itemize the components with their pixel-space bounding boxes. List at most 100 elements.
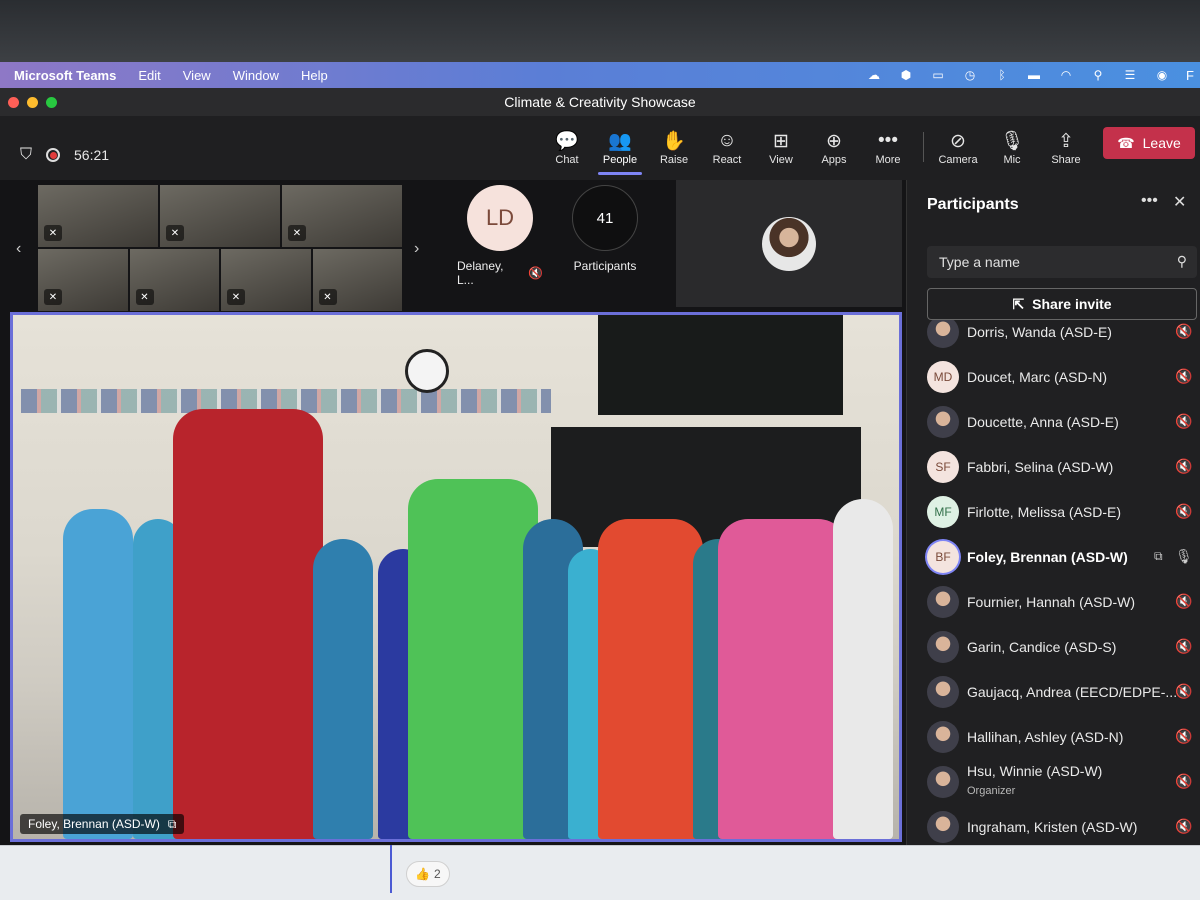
mic-off-icon: 🔇 xyxy=(1175,413,1193,429)
share-invite-button[interactable]: ⇱ Share invite xyxy=(927,288,1197,320)
menu-item-window[interactable]: Window xyxy=(233,68,279,83)
shield-icon[interactable]: ⛉ xyxy=(20,146,32,164)
creative-cloud-icon[interactable]: ☁ xyxy=(866,68,882,82)
list-item[interactable]: Ingraham, Kristen (ASD-W) 🔇 xyxy=(907,804,1200,845)
bluetooth-icon[interactable]: ᛒ xyxy=(994,68,1010,82)
participant-name: Fournier, Hannah (ASD-W) xyxy=(967,593,1136,610)
list-item[interactable]: Hallihan, Ashley (ASD-N) 🔇 xyxy=(907,714,1200,759)
leave-button[interactable]: ☎ Leave xyxy=(1103,127,1195,159)
student-figure xyxy=(63,509,133,839)
tile-name: Delaney, L... xyxy=(457,259,504,287)
share-button[interactable]: ⇪ Share xyxy=(1038,128,1094,167)
video-thumbnail[interactable]: ✕ xyxy=(312,249,402,311)
search-input[interactable]: Type a name ⚲ xyxy=(927,246,1197,278)
avatar xyxy=(762,216,816,271)
reaction-badge[interactable]: 👍 2 xyxy=(406,861,450,887)
white-cabinet xyxy=(833,499,893,839)
siri-icon[interactable]: ◉ xyxy=(1154,68,1170,82)
window-title: Climate & Creativity Showcase xyxy=(504,94,696,110)
avatar: MD xyxy=(927,360,959,393)
chevron-right-icon[interactable]: › xyxy=(414,240,419,258)
control-center-icon[interactable]: ☰ xyxy=(1122,68,1138,82)
more-options-icon[interactable]: ••• xyxy=(1141,192,1158,210)
people-label: People xyxy=(602,154,638,166)
video-thumbnail[interactable]: ✕ xyxy=(160,185,280,247)
list-item[interactable]: Gaujacq, Andrea (EECD/EDPE-... 🔇 xyxy=(907,669,1200,714)
participant-name: Hsu, Winnie (ASD-W) xyxy=(967,763,1103,779)
menu-clock-fragment: F xyxy=(1186,67,1194,83)
mic-off-icon: ✕ xyxy=(227,289,245,305)
screen-share-icon: ⧉ xyxy=(167,816,177,831)
participant-video-tile[interactable] xyxy=(676,180,902,307)
view-button[interactable]: ⊞ View xyxy=(753,128,809,167)
share-icon: ⇱ xyxy=(1012,295,1025,312)
avatar xyxy=(927,405,959,438)
list-item[interactable]: MF Firlotte, Melissa (ASD-E) 🔇 xyxy=(907,489,1200,534)
list-item[interactable]: MD Doucet, Marc (ASD-N) 🔇 xyxy=(907,354,1200,399)
mic-off-icon: 🔇 xyxy=(1175,368,1193,384)
chat-button[interactable]: 💬 Chat xyxy=(539,128,595,166)
panel-title: Participants xyxy=(927,196,1019,213)
mic-off-icon: ✕ xyxy=(135,289,154,305)
display-icon[interactable]: ▭ xyxy=(930,68,946,82)
avatar xyxy=(927,585,959,618)
wifi-icon[interactable]: ◠ xyxy=(1058,68,1074,82)
menu-item-help[interactable]: Help xyxy=(301,68,328,83)
video-strip-row-1: ✕ ✕ ✕ xyxy=(38,185,402,247)
participant-tile-ld[interactable]: LD Delaney, L... 🔇 xyxy=(457,185,543,287)
minimize-window-button[interactable] xyxy=(27,97,38,108)
student-figure xyxy=(408,479,538,839)
list-item[interactable]: Fournier, Hannah (ASD-W) 🔇 xyxy=(907,579,1200,624)
react-button[interactable]: ☺ React xyxy=(699,128,755,166)
close-window-button[interactable] xyxy=(8,97,19,108)
list-item[interactable]: Garin, Candice (ASD-S) 🔇 xyxy=(907,624,1200,669)
list-item[interactable]: BF Foley, Brennan (ASD-W) ⧉ 🎙 xyxy=(907,534,1200,579)
chevron-left-icon[interactable]: ‹ xyxy=(16,240,21,258)
view-icon: ⊞ xyxy=(773,130,789,152)
menu-item-view[interactable]: View xyxy=(183,68,211,83)
participant-count: 41 xyxy=(572,185,638,251)
camera-button[interactable]: ⊘ Camera xyxy=(930,128,986,167)
main-video-feed[interactable] xyxy=(10,312,902,842)
zoom-window-button[interactable] xyxy=(46,97,57,108)
close-icon[interactable]: ✕ xyxy=(1173,192,1186,212)
search-icon[interactable]: ⚲ xyxy=(1090,68,1106,82)
phone-hangup-icon: ☎ xyxy=(1117,134,1135,151)
react-icon: ☺ xyxy=(717,130,737,151)
participant-name: Ingraham, Kristen (ASD-W) xyxy=(967,818,1138,835)
participant-name: Fabbri, Selina (ASD-W) xyxy=(967,458,1114,475)
list-item[interactable]: Doucette, Anna (ASD-E) 🔇 xyxy=(907,399,1200,444)
people-button[interactable]: 👥 People xyxy=(592,128,648,175)
avatar xyxy=(927,630,959,663)
participant-count-tile[interactable]: 41 Participants xyxy=(562,185,648,273)
participant-name: Garin, Candice (ASD-S) xyxy=(967,638,1117,655)
battery-icon[interactable]: ▬ xyxy=(1026,68,1042,82)
menu-status-area: ☁ ⬢ ▭ ◷ ᛒ ▬ ◠ ⚲ ☰ ◉ F xyxy=(866,62,1194,88)
vpn-icon[interactable]: ⬢ xyxy=(898,68,914,82)
participant-name: Doucet, Marc (ASD-N) xyxy=(967,368,1108,385)
time-machine-icon[interactable]: ◷ xyxy=(962,68,978,82)
camera-off-icon: ⊘ xyxy=(950,130,966,152)
search-icon[interactable]: ⚲ xyxy=(1177,253,1187,270)
list-item[interactable]: Dorris, Wanda (ASD-E) 🔇 xyxy=(907,320,1200,354)
menu-app-name[interactable]: Microsoft Teams xyxy=(14,68,116,83)
list-item[interactable]: Hsu, Winnie (ASD-W) Organizer 🔇 xyxy=(907,759,1200,804)
video-thumbnail[interactable]: ✕ xyxy=(129,249,219,311)
raise-hand-button[interactable]: ✋ Raise xyxy=(646,128,702,166)
more-button[interactable]: ••• More xyxy=(860,128,916,166)
apps-label: Apps xyxy=(821,154,847,166)
video-thumbnail[interactable]: ✕ xyxy=(221,249,311,311)
menu-item-edit[interactable]: Edit xyxy=(138,68,160,83)
reaction-count: 2 xyxy=(433,867,441,881)
mic-off-icon: 🔇 xyxy=(1175,638,1193,654)
view-label: View xyxy=(769,154,793,166)
list-item[interactable]: SF Fabbri, Selina (ASD-W) 🔇 xyxy=(907,444,1200,489)
window-controls xyxy=(8,97,57,108)
mic-button[interactable]: 🎙 Mic xyxy=(984,128,1040,166)
wall-clock xyxy=(405,349,449,393)
video-thumbnail[interactable]: ✕ xyxy=(38,249,128,311)
avatar: SF xyxy=(927,450,959,483)
video-thumbnail[interactable]: ✕ xyxy=(38,185,158,247)
apps-button[interactable]: ⊕ Apps xyxy=(806,128,862,167)
video-thumbnail[interactable]: ✕ xyxy=(282,185,402,247)
